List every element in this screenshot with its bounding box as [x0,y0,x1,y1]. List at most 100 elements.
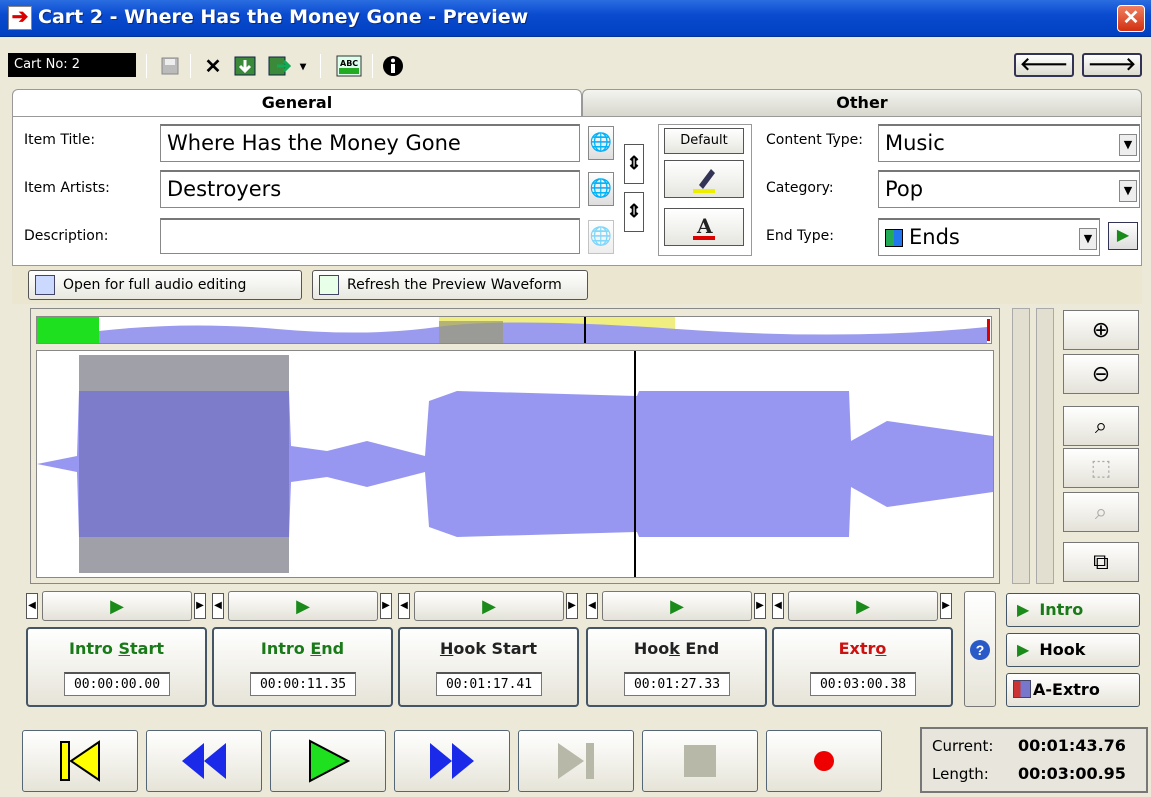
intro-end-marker[interactable]: Intro End 00:00:11.35 [212,627,393,707]
end-type-select[interactable]: Ends ▼ [878,218,1100,256]
next-cart-button[interactable]: 🡒 [1082,53,1142,77]
nudge-left-icon[interactable]: ◀ [26,593,38,619]
waveform-icon [35,275,55,295]
play-button[interactable] [270,730,386,792]
category-select[interactable]: Pop ▼ [878,170,1140,208]
nudge-left-icon[interactable]: ◀ [398,593,410,619]
zoom-fit-icon: ⬚ [1063,448,1139,488]
zoom-selection-icon[interactable]: ⌕ [1063,406,1139,446]
play-end-icon[interactable]: ▶ [1108,222,1138,250]
zoom-region-icon: ⌕ [1063,492,1139,532]
lookup-globe-icon[interactable]: 🌐 [588,172,614,206]
play-icon[interactable]: ▶ [228,591,378,621]
default-style-button[interactable]: Default [664,128,744,154]
nudge-right-icon[interactable]: ▶ [754,593,766,619]
record-button[interactable] [766,730,882,792]
marker-label: Intro Start [69,639,164,658]
marker-time-field[interactable]: 00:00:00.00 [64,672,170,696]
rewind-button[interactable] [146,730,262,792]
zoom-in-icon[interactable]: ⊕ [1063,310,1139,350]
hook-end-marker[interactable]: Hook End 00:01:27.33 [586,627,767,707]
window-title: Cart 2 - Where Has the Money Gone - Prev… [38,6,529,28]
tab-other[interactable]: Other [582,89,1142,117]
chevron-down-icon[interactable]: ▼ [1079,228,1097,250]
fast-forward-icon [430,743,474,779]
description-field[interactable] [160,218,580,254]
help-icon[interactable]: ? [970,640,990,660]
marker-time-field[interactable]: 00:00:11.35 [250,672,356,696]
delete-icon[interactable]: ✕ [200,51,226,81]
nudge-left-icon[interactable]: ◀ [212,593,224,619]
current-time: 00:01:43.76 [1018,736,1126,755]
tab-general[interactable]: General [12,89,582,117]
app-icon: ➔ [8,6,32,30]
play-icon[interactable]: ▶ [602,591,752,621]
play-a-extro-button[interactable]: A-Extro [1006,673,1140,707]
chevron-down-icon[interactable]: ▼ [1119,134,1137,156]
extro-marker[interactable]: Extro 00:03:00.38 [772,627,953,707]
nudge-right-icon[interactable]: ▶ [194,593,206,619]
nudge-right-icon[interactable]: ▶ [380,593,392,619]
swap-title-artist-icon[interactable]: ⇕ [624,144,644,184]
export-icon[interactable] [264,51,294,81]
zoom-out-icon[interactable]: ⊖ [1063,354,1139,394]
play-icon[interactable]: ▶ [414,591,564,621]
play-icon[interactable]: ▶ [788,591,938,621]
level-meter-right [1036,308,1054,584]
item-title-field[interactable]: Where Has the Money Gone [160,124,580,162]
close-button[interactable]: ✕ [1117,5,1145,32]
intro-end-segment[interactable]: ◀ ▶ ▶ [212,591,394,621]
marker-label: Hook Start [439,639,538,658]
nudge-left-icon[interactable]: ◀ [772,593,784,619]
go-to-start-button[interactable] [22,730,138,792]
hook-start-segment[interactable]: ◀ ▶ ▶ [398,591,580,621]
level-meter-left [1012,308,1030,584]
fast-forward-button[interactable] [394,730,510,792]
ends-icon [885,229,903,247]
main-waveform[interactable] [36,350,994,578]
marker-time-field[interactable]: 00:03:00.38 [810,672,916,696]
extro-segment[interactable]: ◀ ▶ ▶ [772,591,954,621]
lookup-globe-icon[interactable]: 🌐 [588,126,614,160]
toolbar-separator [372,54,373,78]
nudge-right-icon[interactable]: ▶ [940,593,952,619]
item-artists-field[interactable]: Destroyers [160,170,580,208]
export-dropdown-icon[interactable]: ▾ [296,51,310,81]
current-label: Current: [932,737,994,755]
play-intro-button[interactable]: ▶ Intro [1006,593,1140,627]
cart-number-display: Cart No: 2 [8,53,136,77]
spellcheck-icon[interactable]: ABC [334,51,364,81]
previous-cart-button[interactable]: 🡐 [1014,53,1074,77]
intro-start-segment[interactable]: ◀ ▶ ▶ [26,591,208,621]
length-label: Length: [932,765,989,783]
hook-start-marker[interactable]: Hook Start 00:01:17.41 [398,627,579,707]
content-type-select[interactable]: Music ▼ [878,124,1140,162]
marker-time-field[interactable]: 00:01:27.33 [624,672,730,696]
play-hook-button[interactable]: ▶ Hook [1006,633,1140,667]
rewind-icon [182,743,226,779]
play-icon[interactable]: ▶ [42,591,192,621]
swap-artist-description-icon[interactable]: ⇕ [624,192,644,232]
nudge-right-icon[interactable]: ▶ [566,593,578,619]
toolbar-separator [190,54,191,78]
marker-time-field[interactable]: 00:01:17.41 [436,672,542,696]
overview-waveform[interactable] [36,316,992,344]
hook-end-segment[interactable]: ◀ ▶ ▶ [586,591,768,621]
font-color-icon[interactable]: A [664,208,744,246]
open-full-editing-button[interactable]: Open for full audio editing [28,270,302,300]
refresh-waveform-button[interactable]: Refresh the Preview Waveform [312,270,588,300]
chevron-down-icon[interactable]: ▼ [1119,180,1137,202]
description-label: Description: [24,228,109,244]
highlight-color-icon[interactable] [664,160,744,198]
svg-text:ABC: ABC [340,59,358,68]
intro-start-marker[interactable]: Intro Start 00:00:00.00 [26,627,207,707]
import-icon[interactable] [230,51,260,81]
marker-label: Hook End [633,639,720,658]
nudge-left-icon[interactable]: ◀ [586,593,598,619]
content-type-label: Content Type: [766,132,864,148]
zoom-all-icon[interactable]: ⧉ [1063,542,1139,582]
item-artists-label: Item Artists: [24,180,110,196]
lookup-globe-icon: 🌐 [588,220,614,254]
save-icon[interactable] [156,51,184,81]
info-icon[interactable] [380,51,406,81]
